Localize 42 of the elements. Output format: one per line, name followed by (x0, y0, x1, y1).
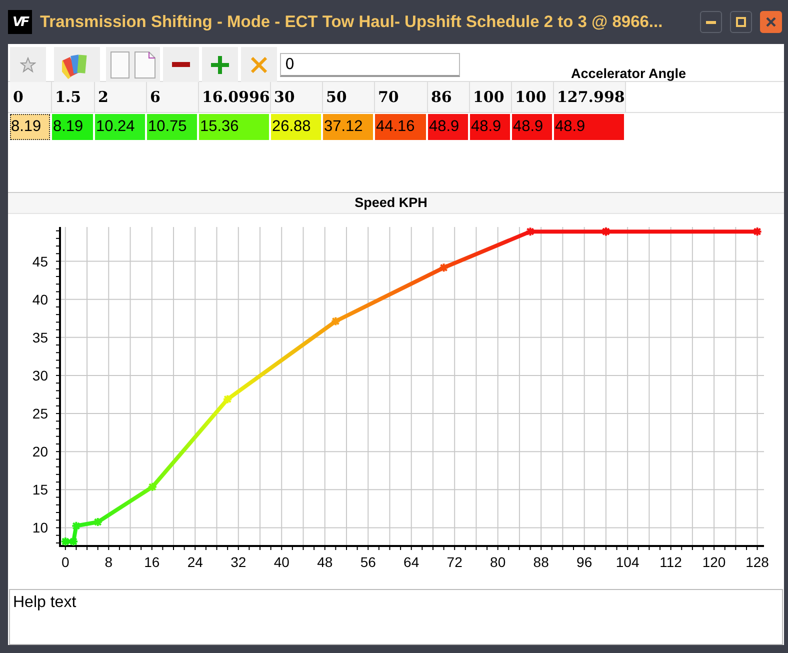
y-tick-label: 25 (32, 406, 48, 422)
column-header: 30 (271, 82, 323, 112)
app-logo: VF (8, 10, 32, 34)
x-tick-label: 40 (274, 554, 290, 570)
x-tick-label: 32 (230, 554, 246, 570)
x-tick-label: 16 (144, 554, 160, 570)
y-tick-label: 45 (32, 253, 48, 270)
chart-title: Speed KPH (354, 194, 428, 212)
x-tick-label: 56 (360, 554, 376, 570)
column-header: 70 (375, 82, 428, 112)
x-tick-label: 96 (576, 554, 592, 570)
y-tick-label: 15 (32, 482, 48, 498)
y-tick-label: 10 (32, 520, 48, 536)
y-tick-label: 30 (32, 367, 48, 384)
column-header: 86 (428, 82, 470, 112)
y-tick-label: 35 (32, 329, 48, 346)
x-tick-label: 64 (404, 554, 420, 570)
column-header: 16.0996 (199, 82, 271, 112)
x-tick-label: 88 (533, 554, 549, 570)
x-tick-label: 24 (187, 554, 203, 570)
y-tick-label: 20 (32, 444, 48, 460)
axis-label: Accelerator Angle (570, 66, 686, 81)
x-tick-label: 80 (490, 554, 506, 570)
x-tick-label: 104 (616, 554, 640, 570)
x-tick-label: 120 (702, 554, 726, 570)
column-header: 127.998 (554, 82, 626, 112)
column-header: 50 (323, 82, 375, 112)
column-header: 100 (470, 82, 512, 112)
window-title: Transmission Shifting - Mode - ECT Tow Haul- Upshift Schedule 2 to 3 @ 8966... (40, 12, 664, 32)
x-tick-label: 112 (660, 554, 682, 570)
x-tick-label: 48 (317, 554, 333, 570)
help-text: Help text (12, 593, 78, 613)
x-tick-label: 128 (746, 554, 769, 570)
column-header: 100 (512, 82, 554, 112)
y-tick-label: 40 (32, 291, 48, 308)
x-tick-label: 8 (104, 554, 113, 570)
column-header: 1.5 (52, 82, 95, 112)
column-header: 2 (95, 82, 147, 112)
column-header: 0 (10, 82, 52, 112)
x-tick-label: 72 (446, 554, 462, 570)
x-tick-label: 0 (62, 554, 70, 570)
column-header: 6 (147, 82, 199, 112)
